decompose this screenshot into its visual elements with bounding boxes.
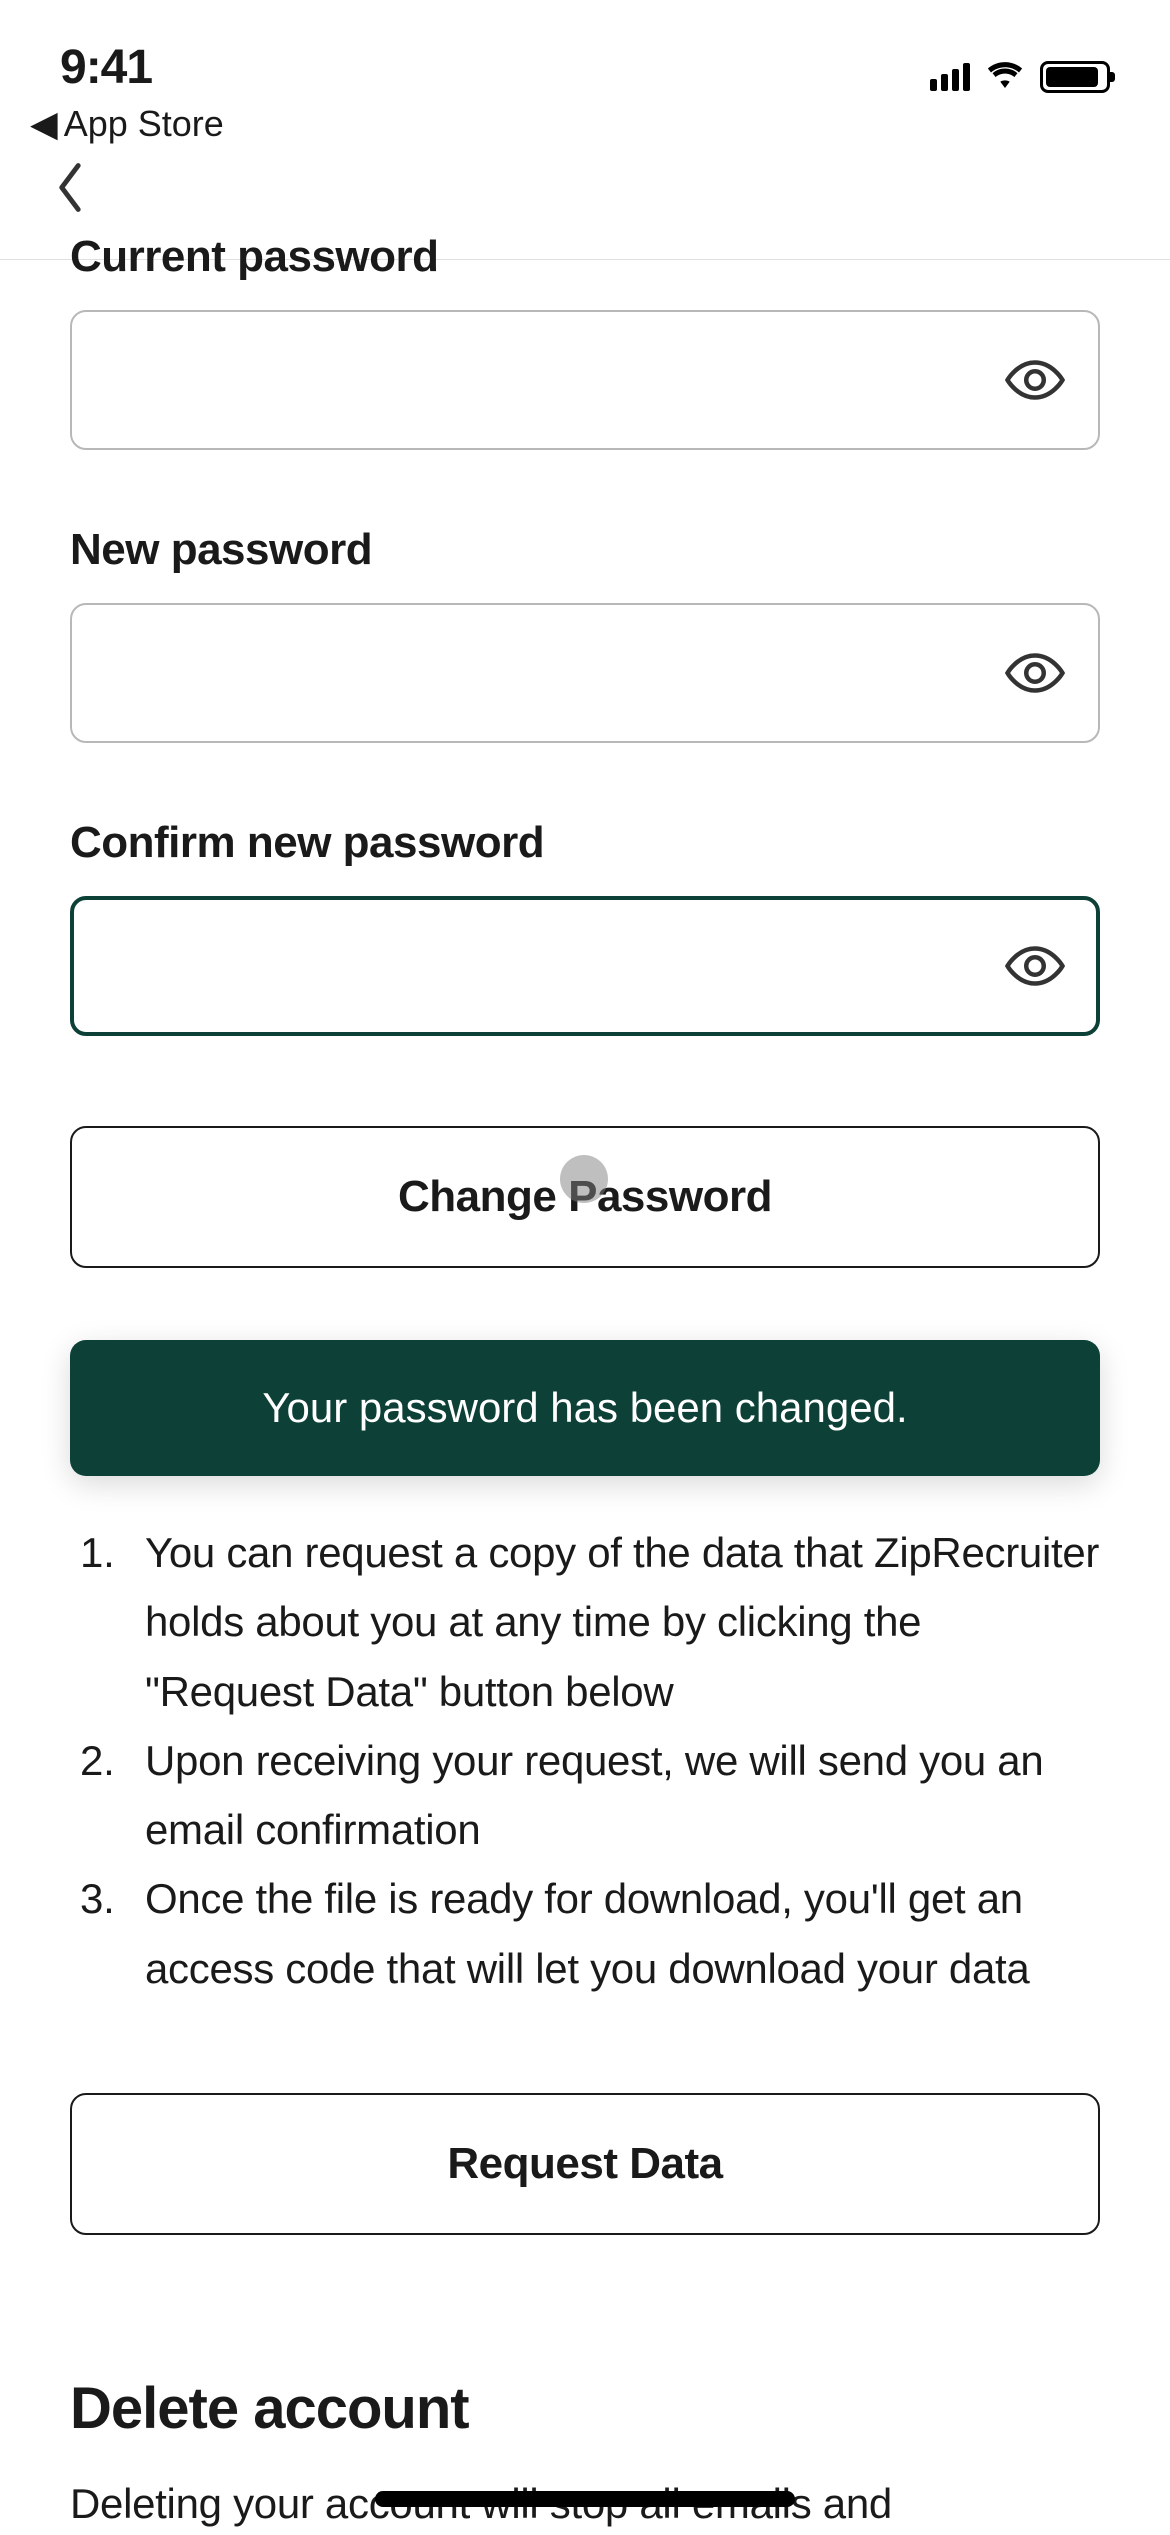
back-app-label: App Store	[64, 103, 224, 145]
battery-icon	[1040, 61, 1110, 93]
data-request-steps: You can request a copy of the data that …	[70, 1518, 1100, 2003]
data-step-item: Once the file is ready for download, you…	[70, 1864, 1100, 2003]
back-button[interactable]	[50, 160, 90, 229]
new-password-label: New password	[70, 525, 1100, 575]
toggle-visibility-icon[interactable]	[1005, 946, 1065, 986]
request-data-button[interactable]: Request Data	[70, 2093, 1100, 2235]
toggle-visibility-icon[interactable]	[1005, 360, 1065, 400]
status-bar: 9:41 ◀ App Store	[0, 0, 1170, 140]
confirm-password-input[interactable]	[70, 896, 1100, 1036]
data-step-item: You can request a copy of the data that …	[70, 1518, 1100, 1726]
new-password-input[interactable]	[70, 603, 1100, 743]
home-indicator[interactable]	[375, 2491, 795, 2507]
data-step-item: Upon receiving your request, we will sen…	[70, 1726, 1100, 1865]
back-caret-icon: ◀	[30, 103, 58, 145]
cellular-signal-icon	[930, 63, 970, 91]
delete-account-heading: Delete account	[70, 2375, 1100, 2442]
toggle-visibility-icon[interactable]	[1005, 653, 1065, 693]
touch-indicator	[560, 1155, 608, 1203]
success-toast: Your password has been changed.	[70, 1340, 1100, 1476]
wifi-icon	[986, 60, 1024, 93]
current-password-label: Current password	[70, 232, 1100, 282]
confirm-password-label: Confirm new password	[70, 818, 1100, 868]
back-to-app-store[interactable]: ◀ App Store	[30, 103, 224, 145]
current-password-input[interactable]	[70, 310, 1100, 450]
status-time: 9:41	[60, 40, 224, 95]
